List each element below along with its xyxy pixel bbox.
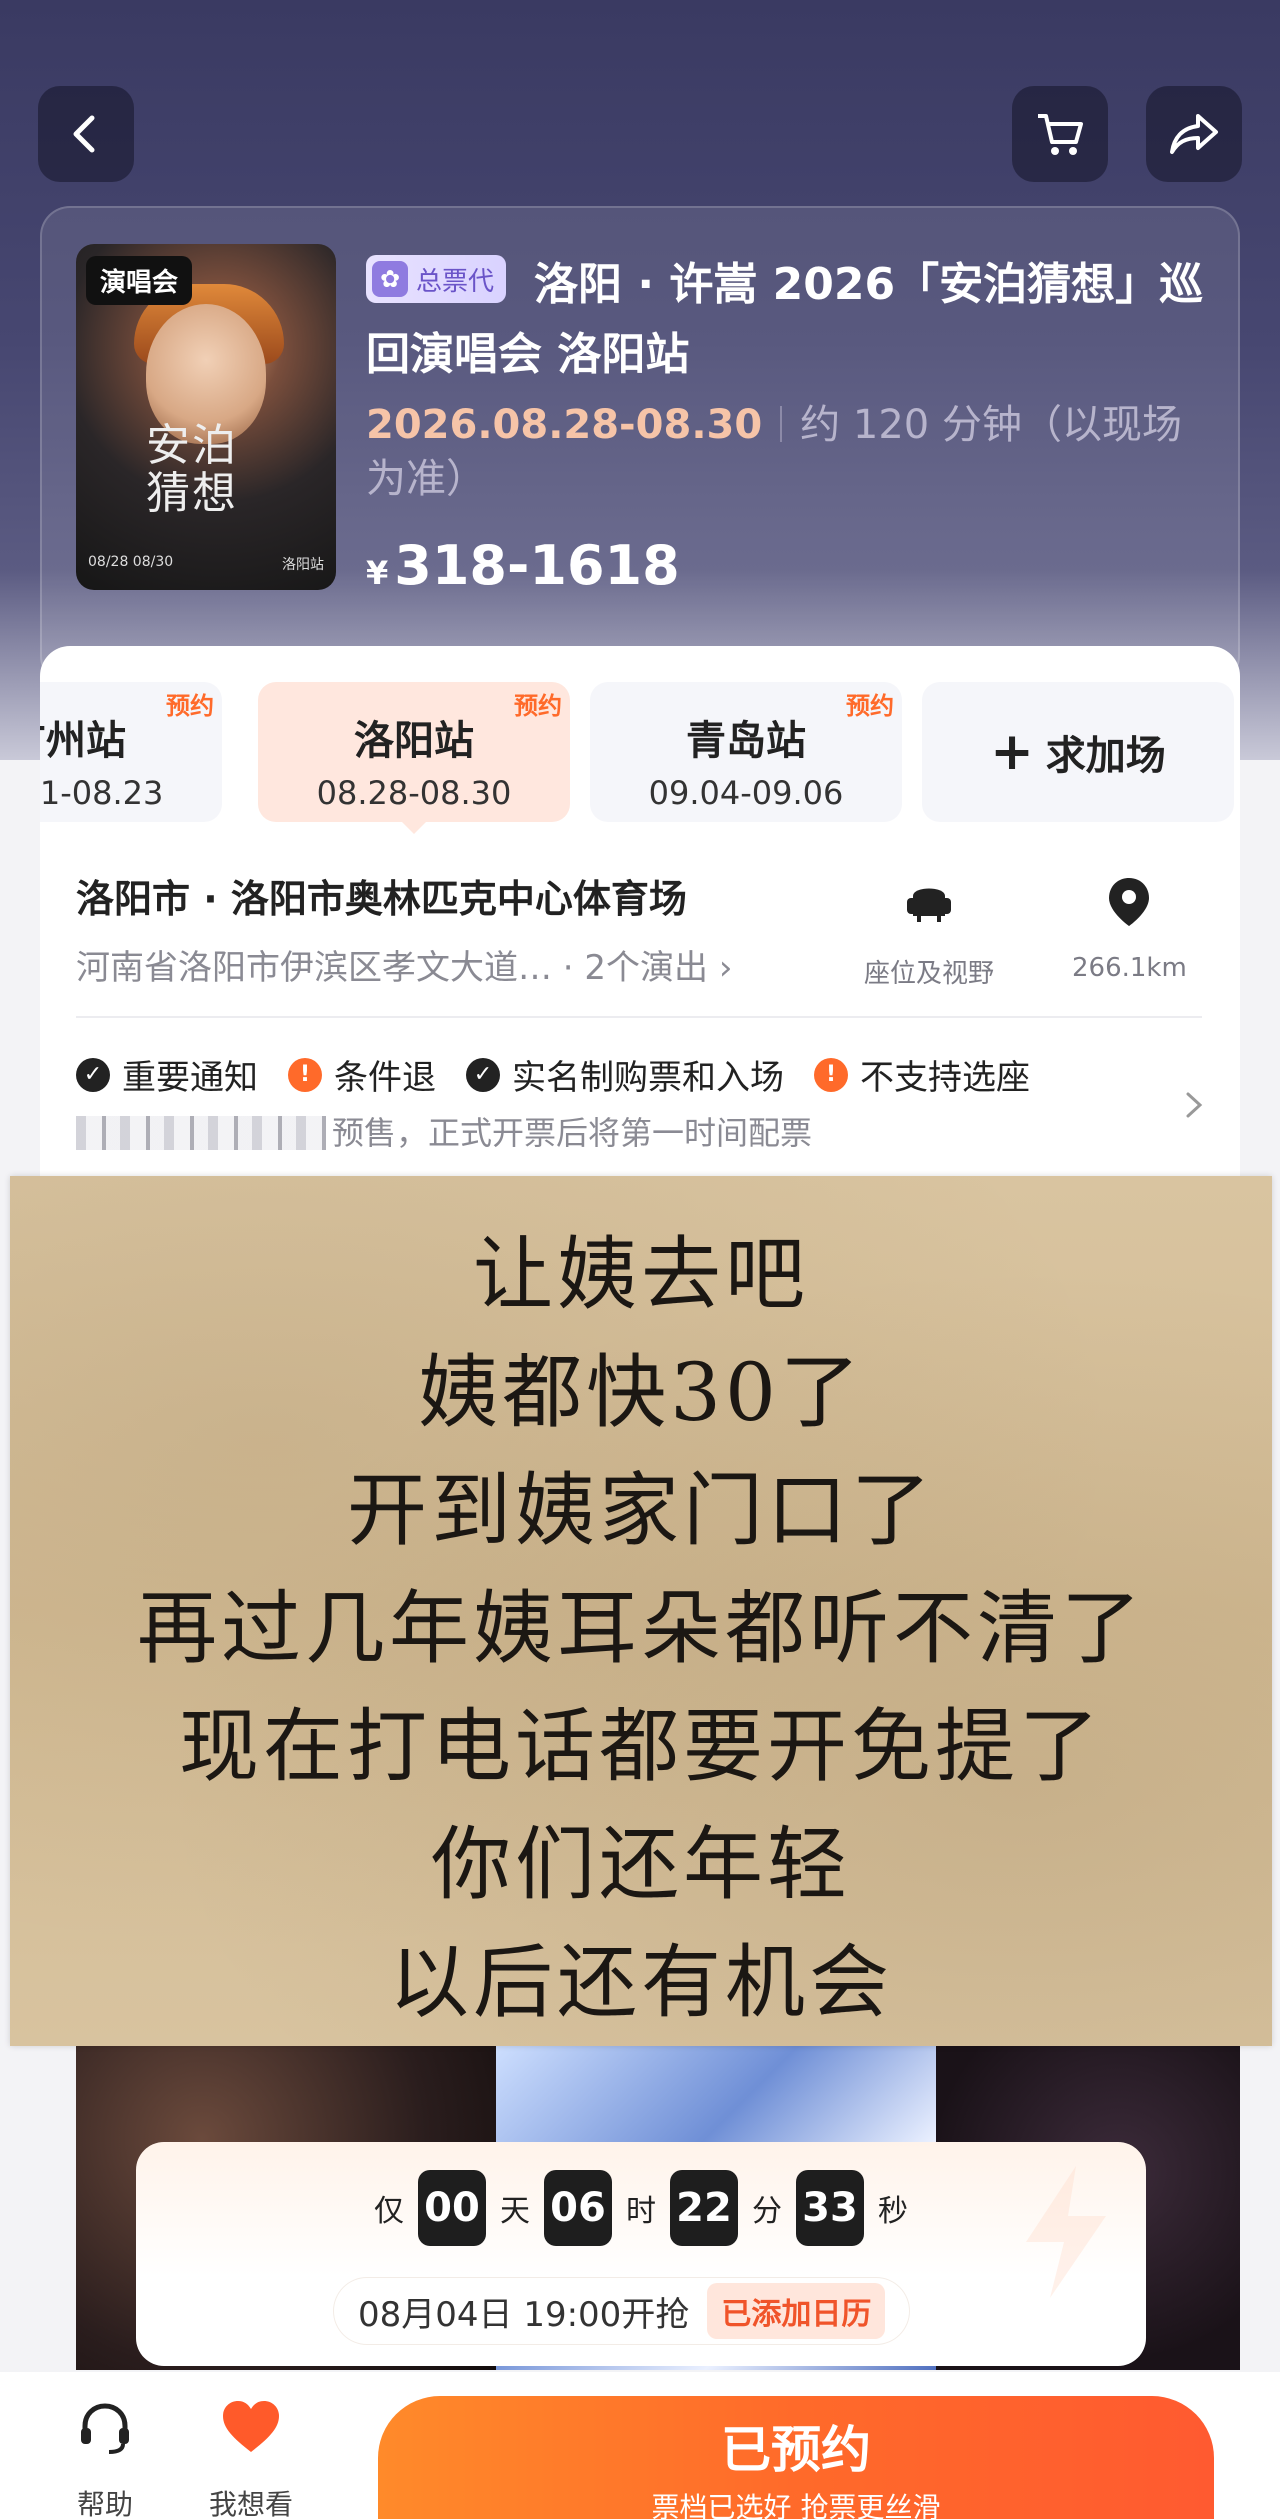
tab-station-luoyang[interactable]: 预约 洛阳站 08.28-08.30 — [258, 682, 570, 822]
countdown-unit: 秒 — [878, 2194, 908, 2229]
poster-category-tag: 演唱会 — [86, 256, 193, 305]
notice-item: ! 不支持选座 — [814, 1050, 1030, 1099]
station-dates: 09.04-09.06 — [648, 774, 844, 812]
map-pin-icon — [1109, 878, 1150, 926]
handwritten-note: 让姨去吧 姨都快30了 开到姨家门口了 再过几年姨耳朵都听不清了 现在打电话都要… — [10, 1176, 1272, 2046]
notice-label: 不支持选座 — [860, 1058, 1030, 1098]
seat-view-button[interactable]: 座位及视野 — [864, 874, 994, 990]
station-tabs: 预约 广州站 08.21-08.23 预约 洛阳站 08.28-08.30 预约… — [40, 682, 1240, 828]
divider — [76, 1016, 1202, 1018]
countdown-timer: 仅 00 天 06 时 22 分 33 秒 — [136, 2170, 1146, 2246]
venue-name[interactable]: 洛阳市 · 洛阳市奥林匹克中心体育场 — [76, 868, 687, 923]
notice-item: ✓ 实名制购票和入场 — [466, 1050, 784, 1099]
countdown-hours: 06 — [544, 2170, 612, 2246]
countdown-unit: 时 — [626, 2194, 656, 2229]
plus-icon: + — [990, 722, 1034, 782]
note-line: 以后还有机会 — [389, 1936, 893, 2029]
agent-badge: ✿ 总票代 — [366, 255, 507, 303]
cart-button[interactable] — [1012, 86, 1108, 182]
blurred-text — [76, 1116, 326, 1150]
notice-item: ! 条件退 — [288, 1050, 436, 1099]
countdown-prefix: 仅 — [374, 2194, 404, 2229]
help-button[interactable]: 帮助 — [50, 2396, 160, 2519]
event-poster[interactable]: 演唱会 安泊猜想 08/28 08/30 洛阳站 — [76, 244, 336, 590]
cta-main-label: 已预约 — [721, 2421, 871, 2479]
check-icon: ✓ — [76, 1057, 110, 1092]
station-tag: 预约 — [846, 692, 894, 720]
poster-city: 洛阳站 — [282, 557, 324, 573]
want-to-see-label: 我想看 — [208, 2488, 293, 2519]
chevron-right-icon[interactable] — [1178, 1090, 1208, 1120]
presale-notice: 预售，正式开票后将第一时间配票 — [76, 1108, 812, 1154]
note-text: 让姨去吧 姨都快30了 开到姨家门口了 再过几年姨耳朵都听不清了 现在打电话都要… — [10, 1216, 1272, 2042]
seat-icon — [907, 888, 951, 922]
cta-sub-label: 票档已选好 抢票更丝滑 — [651, 2491, 941, 2519]
countdown-seconds: 33 — [796, 2170, 864, 2246]
station-dates: 08.21-08.23 — [40, 774, 164, 812]
reserved-button[interactable]: 已预约 票档已选好 抢票更丝滑 — [378, 2396, 1214, 2519]
poster-dates: 08/28 08/30 — [88, 554, 174, 570]
notice-list[interactable]: ✓ 重要通知 ! 条件退 ✓ 实名制购票和入场 ! 不支持选座 — [76, 1050, 1030, 1099]
price-range: 318-1618 — [394, 534, 680, 597]
notice-label: 条件退 — [334, 1058, 436, 1098]
request-extra-show-button[interactable]: + 求加场 — [922, 682, 1234, 822]
poster-title: 安泊猜想 — [146, 420, 238, 519]
back-button[interactable] — [38, 86, 134, 182]
agent-badge-icon: ✿ — [372, 261, 408, 297]
note-line: 开到姨家门口了 — [347, 1464, 935, 1557]
price-currency: ¥ — [366, 554, 389, 592]
date-separator — [780, 406, 783, 442]
warning-icon: ! — [288, 1057, 322, 1092]
want-to-see-button[interactable]: 我想看 — [196, 2396, 306, 2519]
chevron-left-icon — [73, 115, 95, 153]
location-button[interactable]: 266.1km — [1072, 874, 1187, 983]
station-tag: 预约 — [514, 692, 562, 720]
sale-countdown-card: 仅 00 天 06 时 22 分 33 秒 08月04日 19:00开抢 已添加… — [136, 2142, 1146, 2366]
note-line: 让姨去吧 — [473, 1228, 809, 1321]
notice-label: 实名制购票和入场 — [512, 1058, 784, 1098]
station-dates: 08.28-08.30 — [316, 774, 512, 812]
heart-icon — [223, 2401, 279, 2452]
active-tab-pointer — [400, 820, 428, 834]
tab-station-guangzhou[interactable]: 预约 广州站 08.21-08.23 — [40, 682, 222, 822]
note-line: 姨都快30了 — [418, 1346, 864, 1439]
event-date-line: 2026.08.28-08.30 约 120 分钟（以现场为准） — [366, 398, 1196, 506]
warning-icon: ! — [814, 1057, 848, 1092]
venue-distance: 266.1km — [1072, 953, 1187, 983]
note-line: 你们还年轻 — [431, 1818, 851, 1911]
seat-view-label: 座位及视野 — [864, 959, 995, 989]
presale-text: 预售，正式开票后将第一时间配票 — [332, 1114, 813, 1152]
event-date: 2026.08.28-08.30 — [366, 402, 763, 448]
request-extra-show-label: 求加场 — [1045, 733, 1166, 779]
note-line: 再过几年姨耳朵都听不清了 — [137, 1582, 1145, 1675]
note-line: 现在打电话都要开免提了 — [179, 1700, 1103, 1793]
calendar-added-button[interactable]: 已添加日历 — [707, 2283, 886, 2339]
countdown-unit: 分 — [752, 2194, 782, 2229]
check-icon: ✓ — [466, 1057, 500, 1092]
event-price: ¥318-1618 — [366, 534, 680, 597]
notice-item: ✓ 重要通知 — [76, 1050, 258, 1099]
help-label: 帮助 — [76, 2488, 133, 2519]
countdown-minutes: 22 — [670, 2170, 738, 2246]
sale-start-time: 08月04日 19:00开抢 — [358, 2294, 690, 2335]
share-button[interactable] — [1146, 86, 1242, 182]
headset-icon — [81, 2403, 129, 2454]
countdown-days: 00 — [418, 2170, 486, 2246]
tab-station-qingdao[interactable]: 预约 青岛站 09.04-09.06 — [590, 682, 902, 822]
venue-address[interactable]: 河南省洛阳市伊滨区孝文大道… · 2个演出 › — [76, 940, 732, 989]
share-icon — [1170, 114, 1218, 154]
notice-label: 重要通知 — [122, 1058, 258, 1098]
cart-icon — [1038, 114, 1083, 155]
countdown-unit: 天 — [500, 2194, 530, 2229]
sale-start-row: 08月04日 19:00开抢 已添加日历 — [334, 2278, 910, 2344]
agent-badge-label: 总票代 — [416, 266, 495, 297]
poster-footer: 08/28 08/30 洛阳站 — [88, 554, 324, 574]
station-tag: 预约 — [166, 692, 214, 720]
